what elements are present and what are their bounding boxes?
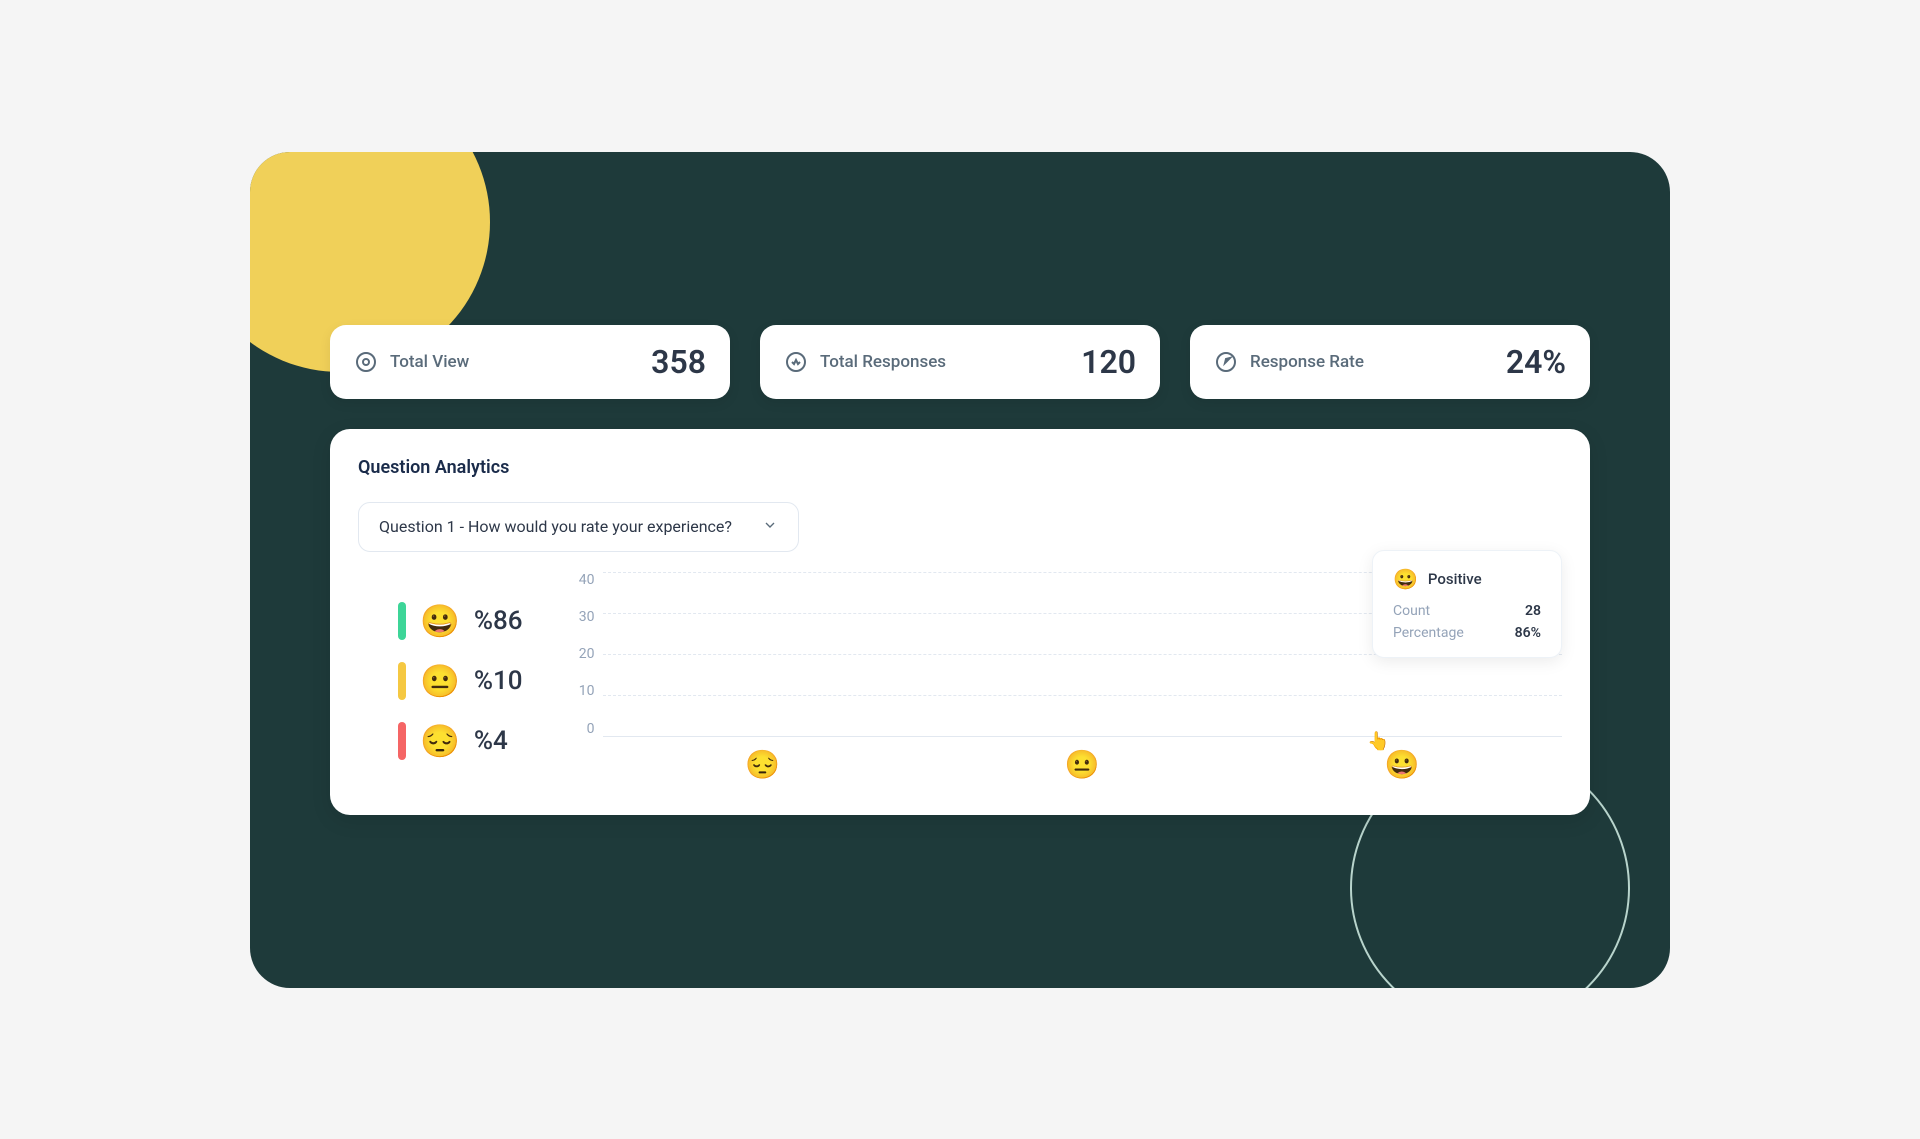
- question-dropdown[interactable]: Question 1 - How would you rate your exp…: [358, 502, 799, 552]
- stat-cards-row: Total View 358 Total Responses 120: [330, 325, 1590, 399]
- pulse-icon: [784, 350, 808, 374]
- y-tick: 20: [563, 646, 595, 662]
- stat-label: Total Responses: [820, 352, 946, 372]
- tooltip-value: 28: [1525, 603, 1541, 619]
- stat-label: Response Rate: [1250, 352, 1364, 372]
- chart-area: 😀 %86 😐 %10 😔 %4: [358, 572, 1562, 787]
- legend-swatch: [398, 602, 406, 640]
- legend-swatch: [398, 662, 406, 700]
- y-tick: 0: [563, 721, 595, 737]
- legend: 😀 %86 😐 %10 😔 %4: [358, 572, 523, 787]
- tooltip-value: 86%: [1515, 625, 1541, 641]
- card-title: Question Analytics: [358, 457, 1562, 478]
- y-tick: 10: [563, 683, 595, 699]
- stat-left: Response Rate: [1214, 350, 1364, 374]
- legend-swatch: [398, 722, 406, 760]
- legend-pct: %10: [474, 666, 523, 696]
- question-selected-text: Question 1 - How would you rate your exp…: [379, 517, 732, 536]
- tooltip-label: Count: [1393, 603, 1430, 619]
- analytics-card: Question Analytics Question 1 - How woul…: [330, 429, 1590, 815]
- y-axis: 40 30 20 10 0: [563, 572, 595, 737]
- neutral-emoji-icon: 😐: [1065, 748, 1100, 781]
- stat-value: 24%: [1506, 343, 1566, 381]
- stat-left: Total View: [354, 350, 469, 374]
- stat-value: 358: [651, 343, 706, 381]
- legend-item-negative: 😔 %4: [398, 722, 523, 760]
- grinning-emoji-icon: 😀: [1393, 567, 1418, 591]
- tooltip-row-percentage: Percentage 86%: [1393, 625, 1541, 641]
- compass-icon: [1214, 350, 1238, 374]
- eye-icon: [354, 350, 378, 374]
- pensive-emoji-icon: 😔: [420, 722, 460, 760]
- y-tick: 30: [563, 609, 595, 625]
- stat-left: Total Responses: [784, 350, 946, 374]
- grinning-emoji-icon: 😀: [420, 602, 460, 640]
- legend-pct: %4: [474, 726, 508, 756]
- chevron-down-icon: [762, 517, 778, 537]
- pensive-emoji-icon: 😔: [745, 748, 780, 781]
- stat-card-response-rate: Response Rate 24%: [1190, 325, 1590, 399]
- tooltip-title: Positive: [1428, 570, 1482, 588]
- content-area: Total View 358 Total Responses 120: [330, 325, 1590, 815]
- legend-pct: %86: [474, 606, 523, 636]
- dashboard-canvas: Total View 358 Total Responses 120: [250, 152, 1670, 988]
- x-axis: 😔 😐 😀: [603, 742, 1562, 787]
- stat-card-total-view: Total View 358: [330, 325, 730, 399]
- stat-card-total-responses: Total Responses 120: [760, 325, 1160, 399]
- neutral-emoji-icon: 😐: [420, 662, 460, 700]
- tooltip-header: 😀 Positive: [1393, 567, 1541, 591]
- y-tick: 40: [563, 572, 595, 588]
- stat-label: Total View: [390, 352, 469, 372]
- tooltip-label: Percentage: [1393, 625, 1464, 641]
- legend-item-positive: 😀 %86: [398, 602, 523, 640]
- legend-item-neutral: 😐 %10: [398, 662, 523, 700]
- tooltip-row-count: Count 28: [1393, 603, 1541, 619]
- chart-tooltip: 😀 Positive Count 28 Percentage 86%: [1372, 550, 1562, 658]
- stat-value: 120: [1081, 343, 1136, 381]
- bar-chart: 40 30 20 10 0: [563, 572, 1562, 787]
- grinning-emoji-icon: 😀: [1385, 748, 1420, 781]
